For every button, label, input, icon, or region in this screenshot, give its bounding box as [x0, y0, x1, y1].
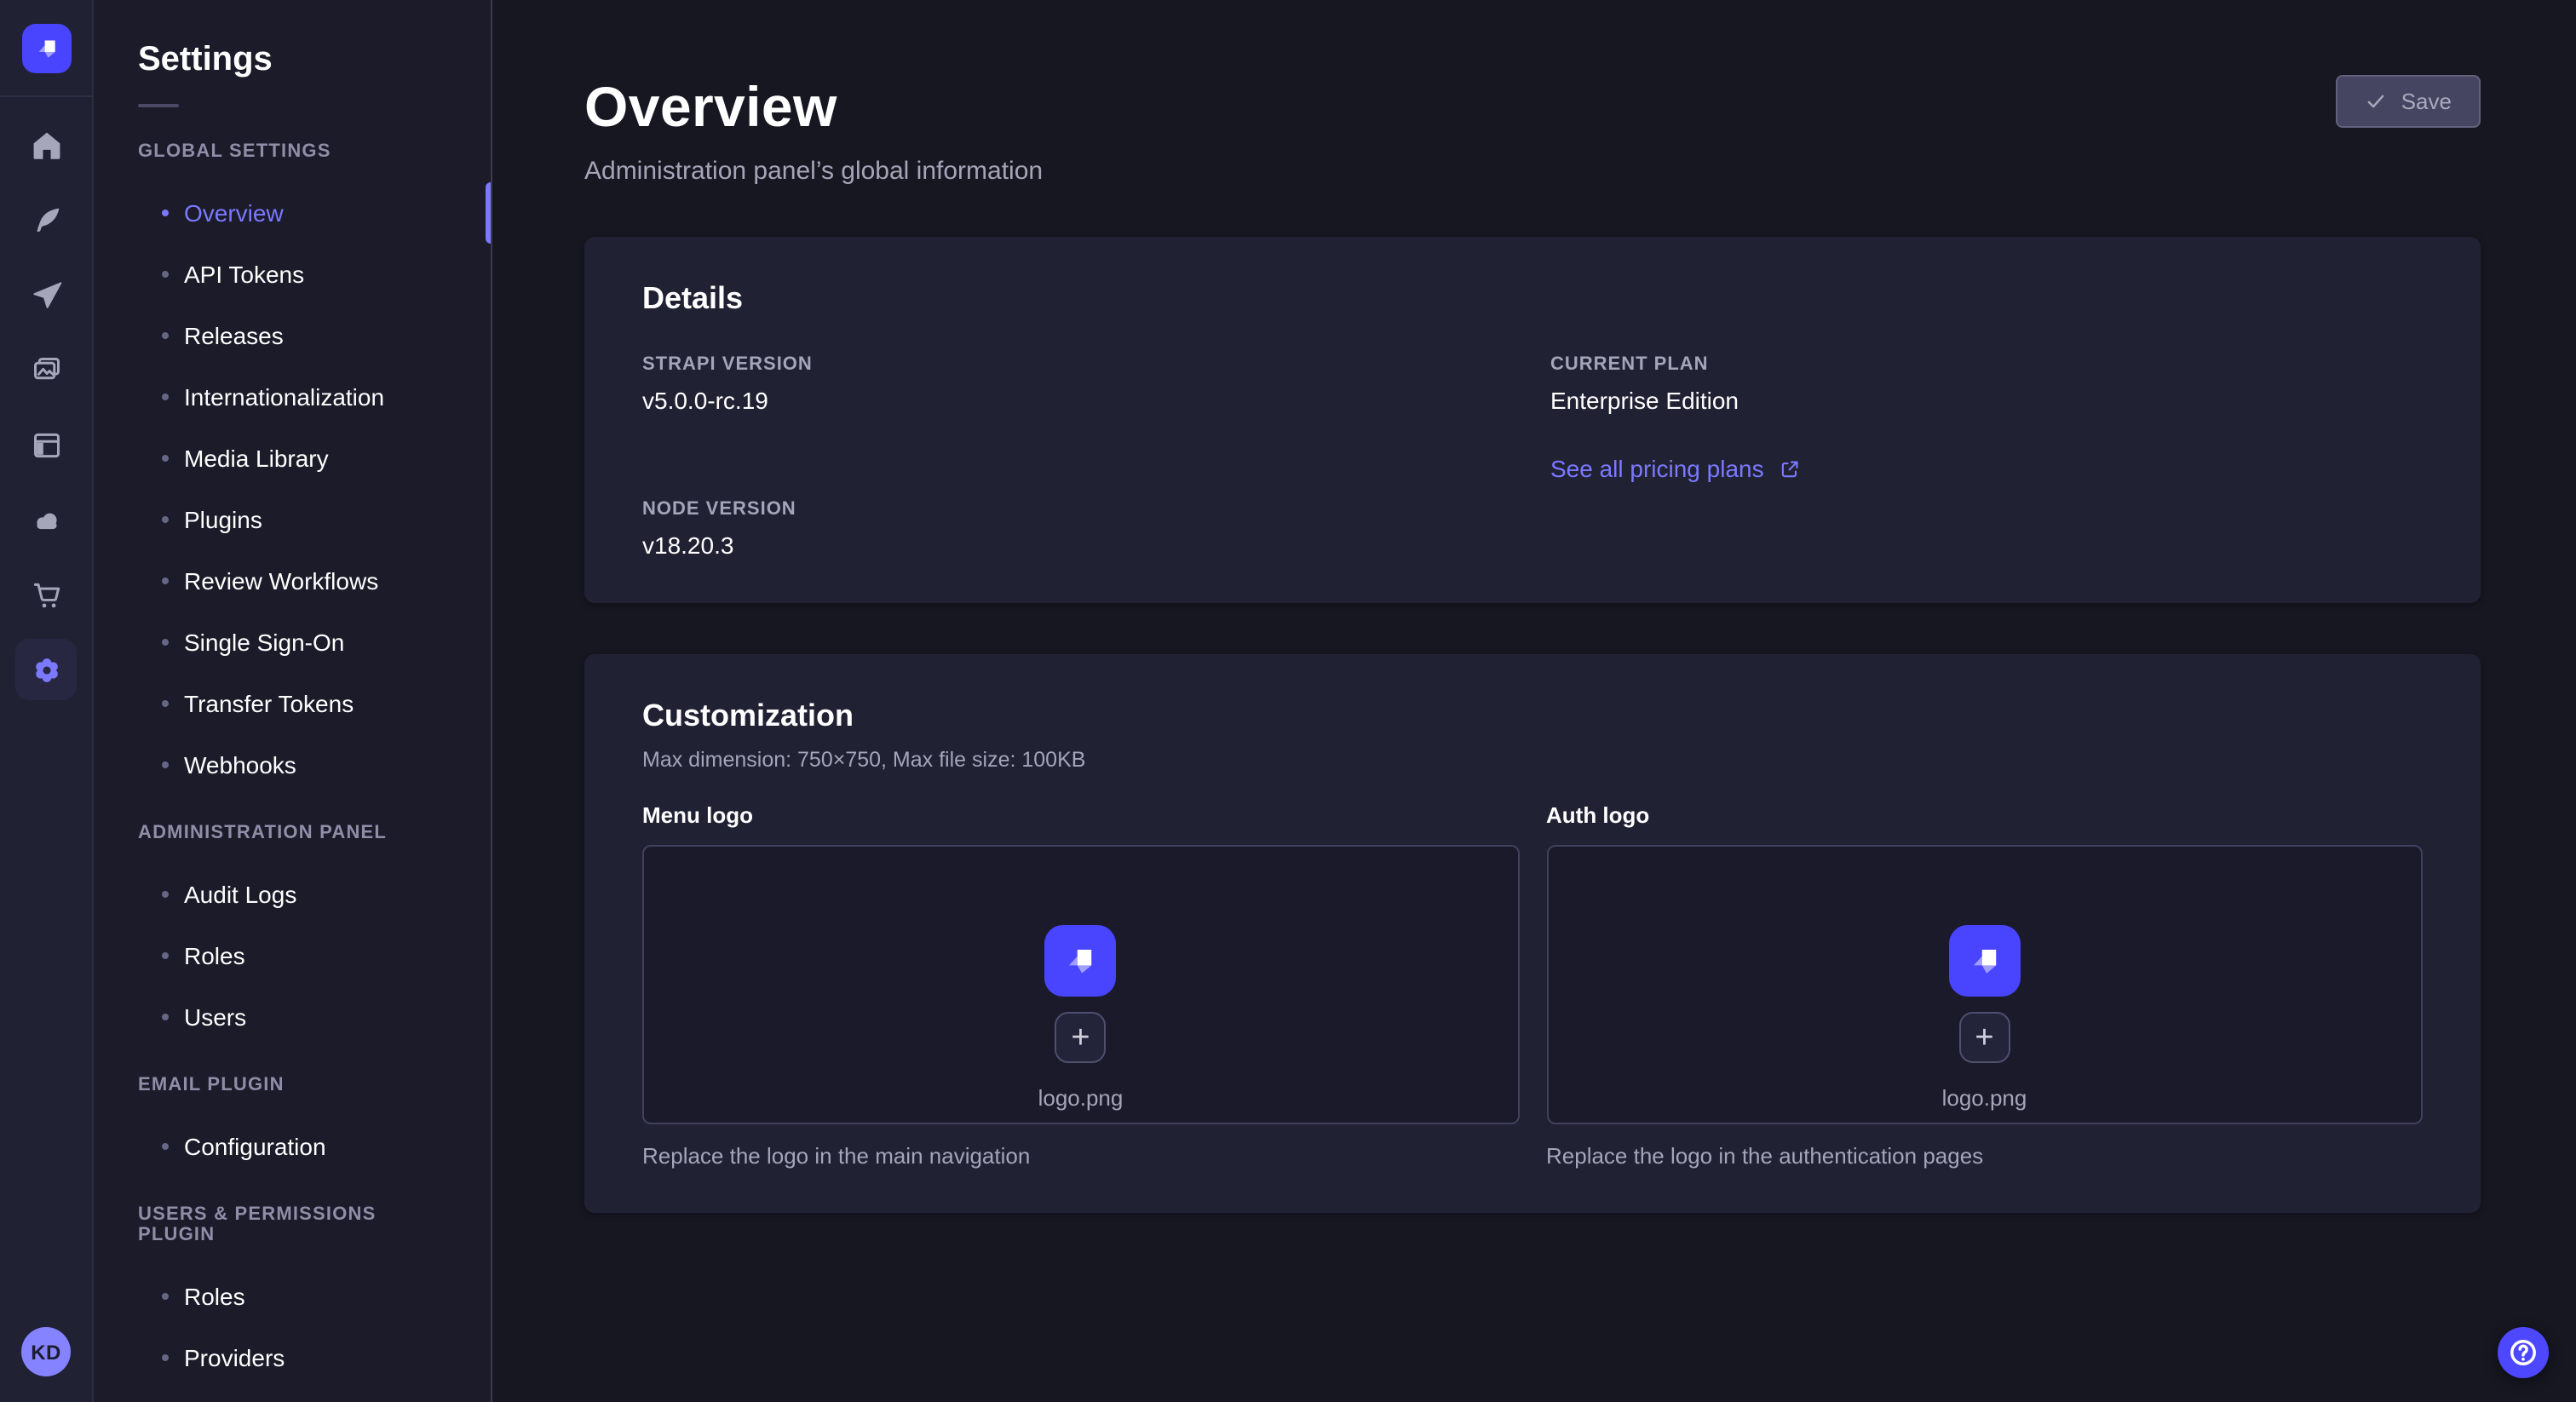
section-label-administration-panel: ADMINISTRATION PANEL	[138, 823, 446, 843]
question-mark-icon	[2504, 1334, 2542, 1371]
strapi-admin-app: KD Settings GLOBAL SETTINGS Overview API…	[0, 0, 2576, 1402]
cloud-icon[interactable]	[15, 489, 77, 550]
subnav-item-audit-logs[interactable]: Audit Logs	[94, 864, 491, 925]
subnav-item-up-roles[interactable]: Roles	[94, 1266, 491, 1327]
customization-heading: Customization	[642, 698, 2423, 734]
layout-icon[interactable]	[15, 414, 77, 475]
details-left-column: STRAPI VERSION v5.0.0-rc.19 NODE VERSION…	[642, 354, 1550, 559]
bullet-dot	[162, 761, 169, 768]
auth-logo-uploader: Auth logo + logo.png Replace the logo	[1546, 802, 2423, 1169]
bullet-dot	[162, 1143, 169, 1150]
details-right-column: CURRENT PLAN Enterprise Edition See all …	[1550, 354, 2423, 559]
section-label-global-settings: GLOBAL SETTINGS	[138, 141, 446, 162]
gear-icon[interactable]	[15, 639, 77, 700]
pricing-plans-link[interactable]: See all pricing plans	[1550, 455, 1803, 482]
auth-logo-caption: Replace the logo in the authentication p…	[1546, 1143, 2423, 1169]
home-icon[interactable]	[15, 114, 77, 175]
subnav-item-up-providers[interactable]: Providers	[94, 1327, 491, 1388]
bullet-dot	[162, 516, 169, 523]
strapi-glyph	[30, 32, 62, 64]
section-label-email-plugin: EMAIL PLUGIN	[138, 1075, 446, 1095]
subnav-item-email-configuration[interactable]: Configuration	[94, 1116, 491, 1177]
bullet-dot	[162, 210, 169, 216]
paper-plane-icon[interactable]	[15, 264, 77, 325]
bullet-dot	[162, 639, 169, 646]
customization-card: Customization Max dimension: 750×750, Ma…	[584, 654, 2481, 1213]
page-title: Overview	[584, 75, 2481, 140]
strapi-glyph	[1963, 939, 2007, 983]
bullet-dot	[162, 1293, 169, 1300]
subnav-item-overview[interactable]: Overview	[94, 182, 491, 244]
bullet-dot	[162, 952, 169, 959]
plus-icon[interactable]: +	[1959, 1012, 2010, 1063]
plus-icon[interactable]: +	[1055, 1012, 1107, 1063]
auth-logo-label: Auth logo	[1546, 802, 2423, 828]
strapi-version-field: STRAPI VERSION v5.0.0-rc.19	[642, 354, 1550, 414]
administration-panel-items: Audit Logs Roles Users	[94, 864, 491, 1048]
main-content: Overview Administration panel’s global i…	[492, 0, 2576, 1402]
current-plan-field: CURRENT PLAN Enterprise Edition	[1550, 354, 2423, 414]
bullet-dot	[162, 577, 169, 584]
subnav-item-transfer-tokens[interactable]: Transfer Tokens	[94, 673, 491, 734]
strapi-logo-preview	[1045, 925, 1117, 997]
logo-area	[0, 0, 92, 97]
bullet-dot	[162, 1354, 169, 1361]
subnav-item-admin-users[interactable]: Users	[94, 986, 491, 1048]
menu-logo-uploader: Menu logo + logo.png Replace the logo	[642, 802, 1519, 1169]
help-button[interactable]	[2498, 1327, 2549, 1378]
feather-icon[interactable]	[15, 189, 77, 250]
details-card: Details STRAPI VERSION v5.0.0-rc.19 NODE…	[584, 237, 2481, 603]
subnav-item-admin-roles[interactable]: Roles	[94, 925, 491, 986]
user-avatar[interactable]: KD	[21, 1327, 71, 1376]
nav-icon-list	[15, 114, 77, 700]
external-link-icon	[1778, 456, 1803, 481]
bullet-dot	[162, 455, 169, 462]
global-settings-items: Overview API Tokens Releases Internation…	[94, 182, 491, 796]
users-permissions-items: Roles Providers	[94, 1266, 491, 1388]
logo-upload-grid: Menu logo + logo.png Replace the logo	[642, 802, 2423, 1169]
subnav-item-webhooks[interactable]: Webhooks	[94, 734, 491, 796]
subnav-item-review-workflows[interactable]: Review Workflows	[94, 550, 491, 612]
bullet-dot	[162, 271, 169, 278]
bullet-dot	[162, 1014, 169, 1020]
details-heading: Details	[642, 281, 2423, 317]
menu-logo-dropzone[interactable]: + logo.png	[642, 845, 1519, 1124]
strapi-logo-preview	[1949, 925, 2021, 997]
auth-logo-filename: logo.png	[1942, 1085, 2027, 1111]
main-icon-nav: KD	[0, 0, 94, 1402]
email-plugin-items: Configuration	[94, 1116, 491, 1177]
bullet-dot	[162, 891, 169, 898]
subnav-title: Settings	[138, 41, 491, 80]
bullet-dot	[162, 332, 169, 339]
bullet-dot	[162, 700, 169, 707]
details-grid: STRAPI VERSION v5.0.0-rc.19 NODE VERSION…	[642, 354, 2423, 559]
save-button[interactable]: Save	[2337, 75, 2481, 128]
bullet-dot	[162, 394, 169, 400]
customization-constraints: Max dimension: 750×750, Max file size: 1…	[642, 748, 2423, 772]
active-indicator	[486, 182, 491, 244]
strapi-logo-icon[interactable]	[21, 23, 71, 72]
subnav-item-plugins[interactable]: Plugins	[94, 489, 491, 550]
strapi-glyph	[1059, 939, 1103, 983]
page-subtitle: Administration panel’s global informatio…	[584, 157, 2481, 186]
images-icon[interactable]	[15, 339, 77, 400]
subnav-item-api-tokens[interactable]: API Tokens	[94, 244, 491, 305]
node-version-field: NODE VERSION v18.20.3	[642, 499, 1550, 559]
menu-logo-filename: logo.png	[1038, 1085, 1124, 1111]
cart-icon[interactable]	[15, 564, 77, 625]
subnav-item-internationalization[interactable]: Internationalization	[94, 366, 491, 428]
subnav-item-single-sign-on[interactable]: Single Sign-On	[94, 612, 491, 673]
subnav-title-divider	[138, 104, 179, 107]
subnav-item-media-library[interactable]: Media Library	[94, 428, 491, 489]
section-label-users-permissions-plugin: USERS & PERMISSIONS PLUGIN	[138, 1204, 446, 1245]
menu-logo-label: Menu logo	[642, 802, 1519, 828]
menu-logo-caption: Replace the logo in the main navigation	[642, 1143, 1519, 1169]
subnav-item-releases[interactable]: Releases	[94, 305, 491, 366]
settings-subnav: Settings GLOBAL SETTINGS Overview API To…	[94, 0, 492, 1402]
check-icon	[2366, 90, 2388, 112]
auth-logo-dropzone[interactable]: + logo.png	[1546, 845, 2423, 1124]
